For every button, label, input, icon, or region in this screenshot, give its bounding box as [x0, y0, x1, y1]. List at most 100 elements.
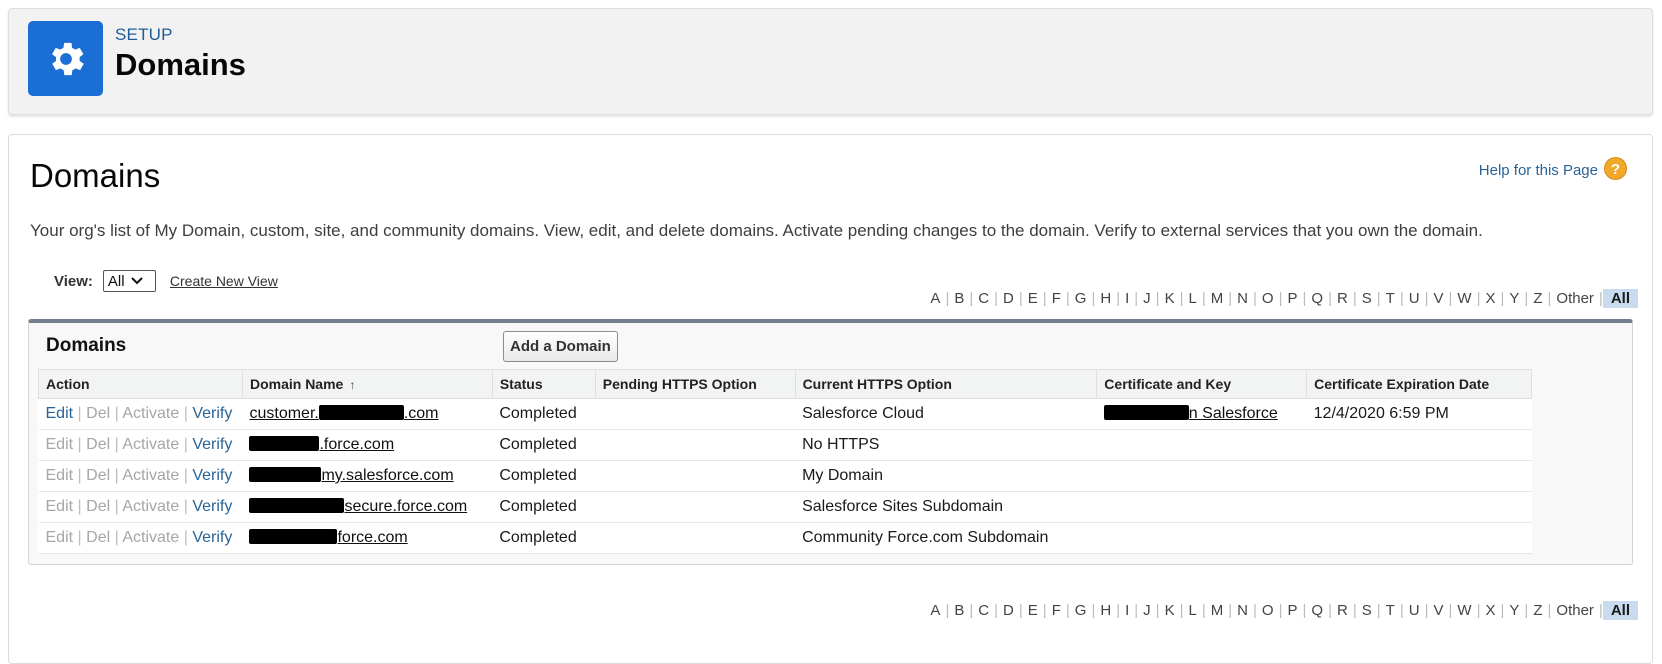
alphabet-filter-t[interactable]: T [1381, 602, 1400, 619]
alphabet-filter-w[interactable]: W [1452, 290, 1476, 307]
alphabet-filter-z[interactable]: Z [1528, 602, 1547, 619]
verify-link[interactable]: Verify [192, 467, 232, 484]
alphabet-filter-n[interactable]: N [1232, 290, 1253, 307]
redaction-mark [318, 405, 404, 420]
alphabet-filter-d[interactable]: D [998, 290, 1019, 307]
alphabet-filter-other[interactable]: Other [1551, 290, 1599, 307]
certificate-link[interactable]: n Salesforce [1103, 405, 1278, 422]
domain-name-link[interactable]: secure.force.com [249, 498, 467, 515]
alphabet-filter-l[interactable]: L [1184, 602, 1202, 619]
alphabet-filter-l[interactable]: L [1184, 290, 1202, 307]
alphabet-filter-s[interactable]: S [1357, 290, 1377, 307]
help-link[interactable]: Help for this Page [1479, 162, 1598, 179]
alphabet-filter-d[interactable]: D [998, 602, 1019, 619]
alphabet-filter-c[interactable]: C [973, 602, 994, 619]
alphabet-filter-t[interactable]: T [1381, 290, 1400, 307]
domain-name-link[interactable]: customer. .com [249, 405, 439, 422]
delete-link[interactable]: Del [86, 436, 110, 453]
edit-link[interactable]: Edit [46, 436, 74, 453]
verify-link[interactable]: Verify [192, 498, 232, 515]
domain-name-link[interactable]: .force.com [249, 436, 394, 453]
alphabet-filter-w[interactable]: W [1452, 602, 1476, 619]
edit-link[interactable]: Edit [46, 405, 74, 422]
action-separator: | [77, 529, 82, 546]
activate-link[interactable]: Activate [122, 405, 179, 422]
alphabet-filter-i[interactable]: I [1120, 290, 1134, 307]
alphabet-filter-a[interactable]: A [925, 602, 945, 619]
edit-link[interactable]: Edit [46, 529, 74, 546]
alphabet-filter-e[interactable]: E [1023, 290, 1043, 307]
action-cell: Edit | Del | Activate | Verify [38, 491, 243, 523]
activate-link[interactable]: Activate [122, 529, 179, 546]
alphabet-filter-k[interactable]: K [1160, 602, 1180, 619]
alphabet-filter-p[interactable]: P [1282, 290, 1302, 307]
alphabet-filter-m[interactable]: M [1206, 602, 1229, 619]
alphabet-filter-q[interactable]: Q [1306, 602, 1328, 619]
alphabet-filter-p[interactable]: P [1282, 602, 1302, 619]
alphabet-filter-other[interactable]: Other [1551, 602, 1599, 619]
action-separator: | [114, 529, 119, 546]
redaction-mark [249, 498, 345, 513]
alphabet-filter-o[interactable]: O [1257, 290, 1279, 307]
alphabet-filter-all[interactable]: All [1602, 289, 1638, 308]
alphabet-filter-m[interactable]: M [1206, 290, 1229, 307]
alphabet-filter-n[interactable]: N [1232, 602, 1253, 619]
alphabet-filter-h[interactable]: H [1095, 290, 1116, 307]
verify-link[interactable]: Verify [192, 436, 232, 453]
alphabet-filter-f[interactable]: F [1047, 290, 1066, 307]
domain-name-link[interactable]: my.salesforce.com [249, 467, 454, 484]
alphabet-filter-a[interactable]: A [925, 290, 945, 307]
activate-link[interactable]: Activate [122, 436, 179, 453]
alphabet-filter-z[interactable]: Z [1528, 290, 1547, 307]
column-header-domain-name[interactable]: Domain Name ↑ [241, 369, 493, 399]
alphabet-filter-g[interactable]: G [1070, 602, 1092, 619]
alphabet-filter-f[interactable]: F [1047, 602, 1066, 619]
alphabet-filter-i[interactable]: I [1120, 602, 1134, 619]
alphabet-filter-c[interactable]: C [973, 290, 994, 307]
alphabet-filter-y[interactable]: Y [1504, 602, 1524, 619]
alphabet-filter-o[interactable]: O [1257, 602, 1279, 619]
edit-link[interactable]: Edit [46, 467, 74, 484]
add-domain-button[interactable]: Add a Domain [503, 331, 618, 362]
delete-link[interactable]: Del [86, 405, 110, 422]
help-icon[interactable]: ? [1604, 157, 1627, 180]
action-separator: | [77, 498, 82, 515]
alphabet-filter-e[interactable]: E [1023, 602, 1043, 619]
alphabet-filter-b[interactable]: B [949, 602, 969, 619]
alphabet-filter-x[interactable]: X [1480, 602, 1500, 619]
delete-link[interactable]: Del [86, 529, 110, 546]
view-select[interactable]: All [102, 270, 156, 292]
activate-link[interactable]: Activate [122, 467, 179, 484]
delete-link[interactable]: Del [86, 498, 110, 515]
alphabet-filter-y[interactable]: Y [1504, 290, 1524, 307]
alphabet-filter-g[interactable]: G [1070, 290, 1092, 307]
table-header-row: Action Domain Name ↑ Status Pending HTTPS… [38, 369, 1532, 399]
verify-link[interactable]: Verify [192, 405, 232, 422]
alphabet-filter-j[interactable]: J [1138, 602, 1156, 619]
alphabet-filter-h[interactable]: H [1095, 602, 1116, 619]
verify-link[interactable]: Verify [192, 529, 232, 546]
alphabet-filter-v[interactable]: V [1428, 602, 1448, 619]
edit-link[interactable]: Edit [46, 498, 74, 515]
alphabet-filter-u[interactable]: U [1404, 602, 1425, 619]
delete-link[interactable]: Del [86, 467, 110, 484]
pending-https-cell [595, 460, 796, 492]
alphabet-filter-q[interactable]: Q [1306, 290, 1328, 307]
domain-name-link[interactable]: force.com [249, 529, 408, 546]
alphabet-filter-u[interactable]: U [1404, 290, 1425, 307]
current-https-cell: Salesforce Cloud [795, 398, 1097, 430]
action-separator: | [77, 467, 82, 484]
alphabet-filter-all[interactable]: All [1602, 601, 1638, 620]
create-new-view-link[interactable]: Create New View [170, 273, 278, 289]
alphabet-filter-v[interactable]: V [1428, 290, 1448, 307]
activate-link[interactable]: Activate [122, 498, 179, 515]
alphabet-filter-x[interactable]: X [1480, 290, 1500, 307]
alphabet-filter-k[interactable]: K [1160, 290, 1180, 307]
expiration-cell [1306, 522, 1532, 554]
alphabet-filter-r[interactable]: R [1332, 290, 1353, 307]
alphabet-filter-b[interactable]: B [949, 290, 969, 307]
alphabet-filter-r[interactable]: R [1332, 602, 1353, 619]
alphabet-filter-s[interactable]: S [1357, 602, 1377, 619]
redaction-mark [249, 467, 322, 482]
alphabet-filter-j[interactable]: J [1138, 290, 1156, 307]
